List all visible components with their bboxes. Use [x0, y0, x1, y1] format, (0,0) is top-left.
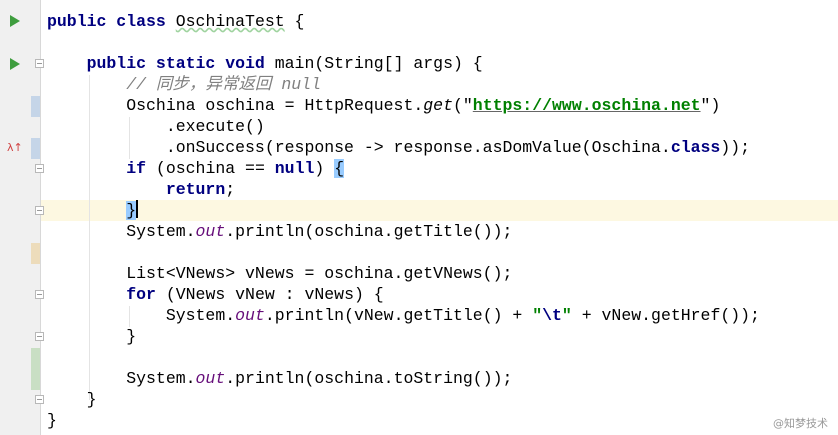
code-token: ") [700, 96, 721, 115]
code-line[interactable] [47, 347, 760, 368]
code-token: .execute() [47, 117, 265, 136]
code-line[interactable]: Oschina oschina = HttpRequest.get("https… [47, 95, 760, 116]
code-token: out [235, 306, 265, 325]
code-line[interactable]: } [47, 326, 760, 347]
code-token: System. [47, 369, 196, 388]
code-line[interactable] [47, 242, 760, 263]
code-token: + vNew.getHref()); [571, 306, 760, 325]
code-line[interactable]: public static void main(String[] args) { [47, 53, 760, 74]
code-line[interactable]: if (oschina == null) { [47, 158, 760, 179]
fold-icon[interactable] [35, 332, 44, 341]
code-line[interactable]: return; [47, 179, 760, 200]
code-line[interactable]: List<VNews> vNews = oschina.getVNews(); [47, 263, 760, 284]
change-marker-modified[interactable] [31, 138, 40, 159]
code-token: (" [452, 96, 473, 115]
code-token: if [126, 159, 147, 178]
code-token: .println(oschina.toString()); [225, 369, 513, 388]
code-token: \t [542, 306, 562, 325]
code-token: public class [47, 12, 176, 31]
code-line[interactable]: for (VNews vNew : vNews) { [47, 284, 760, 305]
code-token: System. [47, 306, 236, 325]
code-token: .onSuccess(response -> response.asDomVal… [47, 138, 671, 157]
change-marker-deleted[interactable] [31, 243, 40, 264]
code-line[interactable]: System.out.println(vNew.getTitle() + "\t… [47, 305, 760, 326]
code-token: List<VNews> vNews = oschina.getVNews(); [47, 264, 513, 283]
code-line[interactable]: .execute() [47, 116, 760, 137]
code-token: System. [47, 222, 196, 241]
code-token: " [532, 306, 543, 325]
code-token: return [165, 180, 226, 199]
code-token: (VNews vNew : vNews) { [155, 285, 384, 304]
code-token: out [195, 369, 226, 388]
code-token: // 同步，异常返回 null [47, 75, 321, 94]
code-token: get [423, 96, 453, 115]
text-caret [136, 200, 139, 218]
fold-icon[interactable] [35, 164, 44, 173]
code-token: (oschina == [146, 159, 275, 178]
run-class-icon[interactable] [10, 15, 20, 27]
code-token: ) [314, 159, 335, 178]
code-token: https://www.oschina.net [472, 96, 701, 115]
fold-icon[interactable] [35, 290, 44, 299]
code-token: } [126, 201, 137, 220]
fold-icon[interactable] [35, 59, 44, 68]
code-line[interactable]: } [47, 410, 760, 431]
watermark: @知梦技术 [773, 417, 828, 430]
change-marker-added[interactable] [31, 348, 40, 390]
code-editor[interactable]: public class OschinaTest { public static… [47, 11, 760, 431]
code-token: { [284, 12, 305, 31]
code-line[interactable]: public class OschinaTest { [47, 11, 760, 32]
code-line[interactable]: } [47, 200, 760, 221]
fold-icon[interactable] [35, 395, 44, 404]
code-token: public static void [47, 54, 275, 73]
code-token: class [670, 138, 721, 157]
code-token: null [274, 159, 315, 178]
code-token: main(String[] args) { [274, 54, 483, 73]
code-token: )); [720, 138, 751, 157]
code-token: } [47, 411, 57, 430]
code-token: { [334, 159, 345, 178]
code-line[interactable]: System.out.println(oschina.getTitle()); [47, 221, 760, 242]
code-token: .println(vNew.getTitle() + [264, 306, 533, 325]
code-token: " [561, 306, 572, 325]
fold-icon[interactable] [35, 206, 44, 215]
code-token: out [195, 222, 226, 241]
code-token: for [126, 285, 156, 304]
code-token: OschinaTest [175, 12, 285, 31]
code-line[interactable]: .onSuccess(response -> response.asDomVal… [47, 137, 760, 158]
code-token: } [47, 327, 137, 346]
lambda-icon[interactable]: λ↑ [7, 141, 23, 154]
code-line[interactable]: } [47, 389, 760, 410]
change-marker-modified[interactable] [31, 96, 40, 117]
code-line[interactable]: // 同步，异常返回 null [47, 74, 760, 95]
code-line[interactable] [47, 32, 760, 53]
code-token: ; [225, 180, 236, 199]
code-token: .println(oschina.getTitle()); [225, 222, 513, 241]
code-line[interactable]: System.out.println(oschina.toString()); [47, 368, 760, 389]
run-main-icon[interactable] [10, 58, 20, 70]
code-token: } [47, 390, 97, 409]
code-token: Oschina oschina = HttpRequest. [47, 96, 424, 115]
